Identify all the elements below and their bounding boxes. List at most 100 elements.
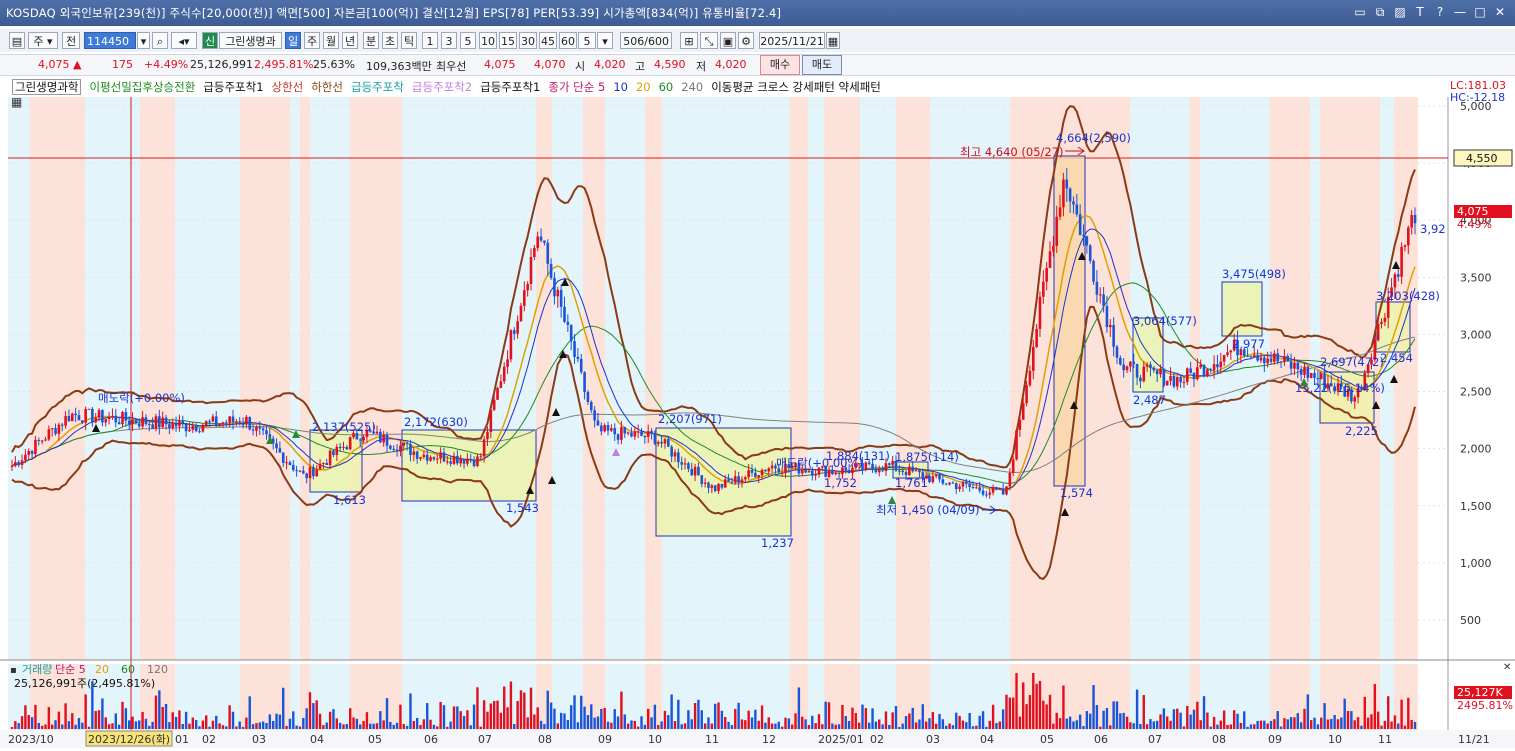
candle-body (87, 408, 91, 410)
legend-item[interactable]: 상한선 (272, 80, 304, 94)
legend-item[interactable]: 하한선 (311, 80, 343, 94)
prev-button[interactable]: 전 (62, 32, 80, 49)
chart-area[interactable]: 5,0004,5004,0003,5003,0002,5002,0001,500… (0, 76, 1515, 748)
stock-code-input[interactable]: 114450 (84, 32, 136, 49)
legend-item[interactable]: 10 (613, 80, 628, 94)
legend-item[interactable]: 240 (681, 80, 703, 94)
period-week[interactable]: 주 (304, 32, 320, 49)
period-year[interactable]: 년 (342, 32, 358, 49)
candle-body (131, 419, 134, 425)
volume-bar (449, 721, 452, 729)
candle-body (837, 472, 841, 474)
period-second[interactable]: 초 (382, 32, 398, 49)
candle-body (948, 482, 951, 485)
close-icon[interactable]: ✕ (1493, 4, 1507, 20)
price-label: 2,487 (1133, 393, 1166, 407)
candle-body (1011, 459, 1015, 473)
legend-item[interactable]: 그린생명과학 (12, 79, 82, 95)
volume-bar (1109, 725, 1112, 729)
calendar-icon[interactable]: ▦ (826, 32, 840, 49)
sell-button[interactable]: 매도 (802, 55, 842, 75)
volume-bar (1256, 720, 1259, 729)
candle-body (971, 486, 975, 488)
period-month[interactable]: 월 (323, 32, 339, 49)
restore-icon[interactable]: ⧉ (1373, 4, 1387, 20)
mode-select[interactable]: 주 ▾ (28, 32, 58, 49)
legend-item[interactable]: 급등주포착1 (203, 80, 263, 94)
minimize-icon[interactable]: — (1453, 4, 1467, 20)
volume-bar (760, 705, 764, 729)
search-icon[interactable]: ⌕ (152, 32, 168, 49)
legend-item[interactable]: 20 (636, 80, 651, 94)
gear-icon[interactable]: ⚙ (738, 32, 754, 49)
candle-body (874, 468, 878, 473)
sound-icon[interactable]: ◂▾ (171, 32, 197, 49)
x-axis-label: 06 (424, 733, 438, 746)
volume-bar (981, 711, 985, 729)
volume-bar (683, 723, 687, 729)
volume-bar (1186, 705, 1189, 729)
volume-bar (569, 705, 573, 729)
volume-bar (148, 725, 151, 729)
candle-body (154, 416, 158, 429)
volume-bar (312, 703, 315, 729)
maximize-icon[interactable]: □ (1473, 4, 1487, 20)
interval-30[interactable]: 30 (519, 32, 537, 49)
legend-item[interactable]: 이평선밀집후상승전환 (89, 80, 195, 94)
candle-body (278, 448, 282, 453)
candle-body (231, 416, 235, 423)
volume-bar (546, 690, 549, 729)
period-day[interactable]: 일 (285, 32, 301, 49)
tool-icon[interactable]: ⊞ (680, 32, 698, 49)
legend-item[interactable]: 종가 단순 5 (548, 80, 605, 94)
hc-value: HC:-12.18 (1450, 91, 1506, 104)
price-label: 2,697(472) (1320, 355, 1384, 369)
save-icon[interactable]: ▣ (720, 32, 736, 49)
text-icon[interactable]: T (1413, 4, 1427, 20)
volume-bar (620, 691, 623, 729)
candle-body (707, 482, 710, 488)
legend-item[interactable]: 급등주포착2 (412, 80, 472, 94)
buy-button[interactable]: 매수 (760, 55, 800, 75)
interval-5[interactable]: 5 (460, 32, 476, 49)
interval-10[interactable]: 10 (479, 32, 497, 49)
candle-body (1119, 357, 1122, 365)
date-input[interactable]: 2025/11/21 (759, 32, 825, 49)
volume-bar (549, 702, 553, 729)
candle-body (1045, 267, 1048, 282)
interval-spin-icon[interactable]: ▾ (597, 32, 613, 49)
legend-item[interactable]: 급등주포착 (351, 80, 404, 94)
volume-bar (228, 705, 231, 729)
high-annotation: 최고 4,640 (05/27) (960, 145, 1064, 159)
interval-3[interactable]: 3 (441, 32, 457, 49)
layout-icon[interactable]: ▭ (1353, 4, 1367, 20)
candle-body (569, 324, 573, 342)
interval-1[interactable]: 1 (422, 32, 438, 49)
volume-bar (1236, 713, 1239, 729)
legend-item[interactable]: 이동평균 크로스 강세패턴 약세패턴 (711, 80, 881, 94)
code-dropdown-icon[interactable]: ▾ (137, 32, 150, 49)
draw-icon[interactable]: ⤡ (700, 32, 718, 49)
candle-body (1299, 369, 1303, 375)
volume-bar (305, 708, 308, 729)
data-count[interactable]: 506/600 (620, 32, 672, 49)
period-tick[interactable]: 틱 (401, 32, 417, 49)
interval-60[interactable]: 60 (559, 32, 577, 49)
interval-45[interactable]: 45 (539, 32, 557, 49)
x-axis-label: 03 (252, 733, 266, 746)
volume-bar (355, 718, 359, 729)
period-minute[interactable]: 분 (363, 32, 379, 49)
interval-value[interactable]: 5 (578, 32, 596, 49)
candle-body (1273, 353, 1276, 362)
interval-15[interactable]: 15 (499, 32, 517, 49)
x-axis-label: 03 (926, 733, 940, 746)
legend-item[interactable]: 60 (659, 80, 674, 94)
price-chart[interactable]: 5,0004,5004,0003,5003,0002,5002,0001,500… (0, 76, 1515, 748)
legend-item[interactable]: 급등주포착1 (480, 80, 540, 94)
volume-bar (780, 726, 784, 729)
candle-body (238, 421, 241, 425)
copy-icon[interactable]: ▨ (1393, 4, 1407, 20)
volume-bar (97, 710, 101, 729)
panel-icon[interactable]: ▤ (9, 32, 25, 49)
help-icon[interactable]: ? (1433, 4, 1447, 20)
